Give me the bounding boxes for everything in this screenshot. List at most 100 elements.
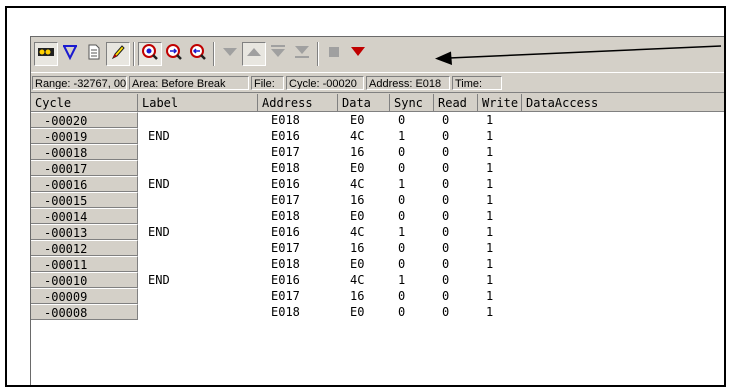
cell-sync: 0 bbox=[398, 289, 406, 303]
column-header-address[interactable]: Address bbox=[258, 94, 338, 112]
scroll-down-icon bbox=[221, 45, 239, 64]
table-row[interactable]: -00013 END E016 4C 1 0 1 bbox=[31, 224, 724, 240]
filter-button[interactable] bbox=[58, 42, 82, 66]
cell-cycle: -00008 bbox=[31, 304, 138, 320]
cell-data: E0 bbox=[350, 161, 365, 175]
trace-table: Cycle Label Address Data Sync Read Write… bbox=[31, 94, 724, 385]
column-header-write[interactable]: Write bbox=[478, 94, 522, 112]
table-row[interactable]: -00008 E018 E0 0 0 1 bbox=[31, 304, 724, 320]
cell-sync: 0 bbox=[398, 241, 406, 255]
search-trace-button[interactable] bbox=[138, 42, 162, 66]
cell-address: E016 bbox=[271, 273, 300, 287]
cell-address: E018 bbox=[271, 305, 300, 319]
column-header-sync[interactable]: Sync bbox=[390, 94, 434, 112]
table-header: Cycle Label Address Data Sync Read Write… bbox=[31, 94, 724, 112]
cell-read: 0 bbox=[442, 113, 450, 127]
cell-cycle: -00015 bbox=[31, 192, 138, 208]
trace-window: Range: -32767, 00000 Area: Before Break … bbox=[30, 36, 724, 385]
column-header-dataaccess[interactable]: DataAccess bbox=[522, 94, 724, 112]
search-trace-previous-button[interactable] bbox=[186, 42, 210, 66]
cell-address: E017 bbox=[271, 289, 300, 303]
scroll-up-button[interactable] bbox=[242, 42, 266, 66]
cell-read: 0 bbox=[442, 161, 450, 175]
page-down-icon bbox=[269, 44, 287, 65]
scroll-down-button[interactable] bbox=[218, 42, 242, 66]
trace-record-icon bbox=[37, 45, 55, 64]
cell-write: 1 bbox=[486, 305, 494, 319]
document-button[interactable] bbox=[82, 42, 106, 66]
edit-button[interactable] bbox=[106, 42, 130, 66]
cell-write: 1 bbox=[486, 257, 494, 271]
cell-label: END bbox=[148, 129, 170, 143]
table-row[interactable]: -00009 E017 16 0 0 1 bbox=[31, 288, 724, 304]
cell-data: E0 bbox=[350, 257, 365, 271]
search-trace-previous-icon bbox=[189, 43, 207, 66]
table-row[interactable]: -00012 E017 16 0 0 1 bbox=[31, 240, 724, 256]
table-row[interactable]: -00015 E017 16 0 0 1 bbox=[31, 192, 724, 208]
stop-button[interactable] bbox=[322, 42, 346, 66]
table-row[interactable]: -00019 END E016 4C 1 0 1 bbox=[31, 128, 724, 144]
cell-read: 0 bbox=[442, 241, 450, 255]
table-row[interactable]: -00016 END E016 4C 1 0 1 bbox=[31, 176, 724, 192]
dropdown-red-button[interactable] bbox=[346, 42, 370, 66]
cell-label: END bbox=[148, 225, 170, 239]
table-row[interactable]: -00017 E018 E0 0 0 1 bbox=[31, 160, 724, 176]
cell-cycle: -00017 bbox=[31, 160, 138, 176]
cell-address: E018 bbox=[271, 257, 300, 271]
cell-cycle: -00013 bbox=[31, 224, 138, 240]
cell-address: E016 bbox=[271, 129, 300, 143]
cell-sync: 0 bbox=[398, 145, 406, 159]
status-range: Range: -32767, 00000 bbox=[32, 76, 127, 90]
column-header-label[interactable]: Label bbox=[138, 94, 258, 112]
document-icon bbox=[86, 43, 102, 66]
cell-sync: 1 bbox=[398, 273, 406, 287]
cell-write: 1 bbox=[486, 225, 494, 239]
search-trace-next-button[interactable] bbox=[162, 42, 186, 66]
table-row[interactable]: -00011 E018 E0 0 0 1 bbox=[31, 256, 724, 272]
cell-read: 0 bbox=[442, 177, 450, 191]
cell-read: 0 bbox=[442, 145, 450, 159]
cell-data: 16 bbox=[350, 193, 365, 207]
table-row[interactable]: -00018 E017 16 0 0 1 bbox=[31, 144, 724, 160]
page-end-button[interactable] bbox=[290, 42, 314, 66]
cell-address: E017 bbox=[271, 145, 300, 159]
page-down-button[interactable] bbox=[266, 42, 290, 66]
cell-cycle: -00009 bbox=[31, 288, 138, 304]
cell-write: 1 bbox=[486, 177, 494, 191]
column-header-read[interactable]: Read bbox=[434, 94, 478, 112]
stop-icon bbox=[326, 44, 342, 65]
table-row[interactable]: -00014 E018 E0 0 0 1 bbox=[31, 208, 724, 224]
table-row[interactable]: -00010 END E016 4C 1 0 1 bbox=[31, 272, 724, 288]
cell-sync: 0 bbox=[398, 193, 406, 207]
toolbar-separator bbox=[133, 42, 135, 66]
cell-cycle: -00010 bbox=[31, 272, 138, 288]
cell-sync: 0 bbox=[398, 113, 406, 127]
trace-status-bar: Range: -32767, 00000 Area: Before Break … bbox=[31, 74, 724, 93]
search-trace-next-icon bbox=[165, 43, 183, 66]
cell-address: E016 bbox=[271, 177, 300, 191]
scroll-up-icon bbox=[245, 45, 263, 64]
cell-write: 1 bbox=[486, 193, 494, 207]
search-trace-icon bbox=[141, 43, 159, 66]
cell-sync: 0 bbox=[398, 257, 406, 271]
cell-sync: 1 bbox=[398, 177, 406, 191]
column-header-cycle[interactable]: Cycle bbox=[31, 94, 138, 112]
table-row[interactable]: -00020 E018 E0 0 0 1 bbox=[31, 112, 724, 128]
pointer-arrow bbox=[435, 45, 722, 65]
cell-data: E0 bbox=[350, 305, 365, 319]
trace-record-button[interactable] bbox=[34, 42, 58, 66]
cell-data: 16 bbox=[350, 289, 365, 303]
cell-label: END bbox=[148, 273, 170, 287]
toolbar-separator bbox=[317, 42, 319, 66]
cell-data: 4C bbox=[350, 273, 365, 287]
filter-icon bbox=[61, 43, 79, 66]
status-cycle: Cycle: -00020 bbox=[286, 76, 364, 90]
column-header-data[interactable]: Data bbox=[338, 94, 390, 112]
cell-cycle: -00019 bbox=[31, 128, 138, 144]
cell-data: 16 bbox=[350, 145, 365, 159]
cell-sync: 0 bbox=[398, 305, 406, 319]
cell-address: E017 bbox=[271, 193, 300, 207]
cell-write: 1 bbox=[486, 161, 494, 175]
cell-read: 0 bbox=[442, 273, 450, 287]
status-address: Address: E018 bbox=[366, 76, 450, 90]
